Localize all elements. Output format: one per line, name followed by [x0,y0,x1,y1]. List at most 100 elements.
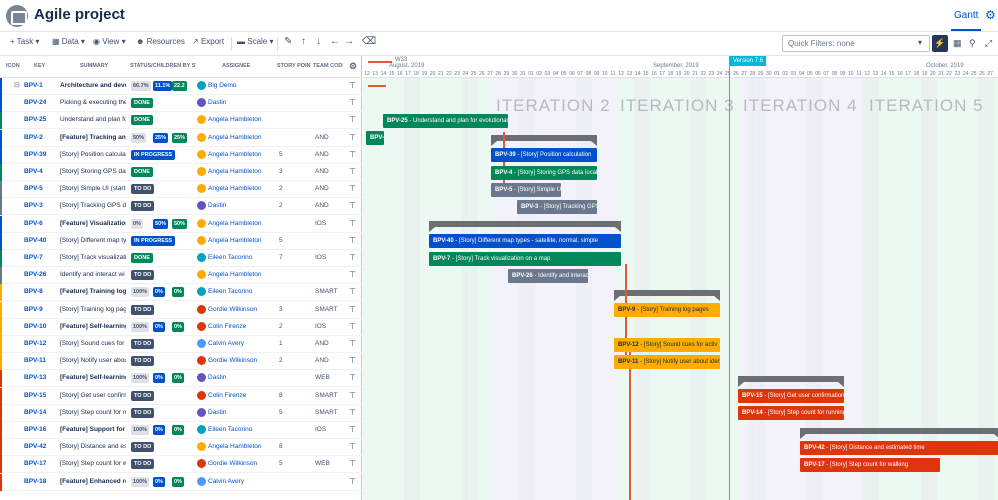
assignee-name[interactable]: Angela Hambleton [208,185,276,192]
issue-key[interactable]: BPV-9 [24,306,43,313]
row-action-icon[interactable]: ⊤ [349,167,356,176]
issue-summary[interactable]: [Story] Step count for w [60,460,126,467]
issue-summary[interactable]: [Feature] Visualization [60,220,126,227]
row-action-icon[interactable]: ⊤ [349,425,356,434]
table-row[interactable]: BPV-10 [Feature] Self-learning 100% 0% 0% Col… [0,318,362,336]
row-action-icon[interactable]: ⊤ [349,305,356,314]
issue-key[interactable]: BPV-1 [24,82,43,89]
table-row[interactable]: BPV-6 [Feature] Visualization 0% 50% 50% Ange… [0,215,362,233]
summary-bar[interactable] [800,427,998,439]
issue-summary[interactable]: [Feature] Self-learning [60,374,126,381]
issue-key[interactable]: BPV-6 [24,220,43,227]
issue-key[interactable]: BPV-8 [24,288,43,295]
issue-key[interactable]: BPV-42 [24,443,46,450]
assignee-name[interactable]: Colin Firenze [208,392,276,399]
dependency-link[interactable] [368,61,392,63]
status-badge[interactable]: TO DO [131,304,155,315]
assignee-name[interactable]: Calvin Avery [208,478,276,485]
issue-key[interactable]: BPV-26 [24,271,46,278]
issue-key[interactable]: BPV-39 [24,151,46,158]
table-row[interactable]: BPV-17 [Story] Step count for w TO DO Gordi… [0,456,362,474]
issue-key[interactable]: BPV-12 [24,340,46,347]
issue-summary[interactable]: Understand and plan fo [60,116,126,123]
status-badge[interactable]: DONE [131,115,153,126]
task-bar[interactable]: BPV-15 - [Story] Get user confirmation o [738,389,844,404]
issue-summary[interactable]: [Feature] Enhanced rep [60,478,126,485]
assignee-name[interactable]: Dastin [208,202,276,209]
row-action-icon[interactable]: ⊤ [349,201,356,210]
chevron-down-icon[interactable]: ▾ [918,38,922,47]
issue-summary[interactable]: [Story] Step count for ru [60,409,126,416]
issue-summary[interactable]: [Story] Distance and es [60,443,126,450]
task-bar[interactable]: BPV-42 - [Story] Distance and estimated … [800,440,998,455]
assignee-name[interactable]: Big Demo [208,82,276,89]
issue-key[interactable]: BPV-15 [24,392,46,399]
issue-summary[interactable]: [Story] Training log pag [60,306,126,313]
column-story-points[interactable]: STORY POINTS [277,63,311,69]
arrow-right-icon[interactable]: → [344,36,354,47]
issue-summary[interactable]: [Story] Tracking GPS da [60,202,126,209]
task-menu-button[interactable]: + Task ▾ [10,37,39,46]
issue-summary[interactable]: [Story] Get user confirm [60,392,126,399]
row-action-icon[interactable]: ⊤ [349,133,356,142]
row-action-icon[interactable]: ⊤ [349,459,356,468]
table-row[interactable]: BPV-5 [Story] Simple UI (start, TO DO Angel… [0,181,362,199]
row-action-icon[interactable]: ⊤ [349,408,356,417]
assignee-name[interactable]: Angela Hambleton [208,168,276,175]
collapse-icon[interactable]: ⊟ [14,81,20,89]
project-title[interactable]: Agile project [34,6,125,23]
table-row[interactable]: BPV-26 Identify and interact wi TO DO Angel… [0,267,362,285]
row-action-icon[interactable]: ⊤ [349,477,356,486]
gear-icon[interactable]: ⚙ [985,8,996,22]
issue-summary[interactable]: [Feature] Training log [60,288,126,295]
row-action-icon[interactable]: ⊤ [349,81,356,90]
column-icon[interactable]: ICON [6,63,20,69]
issue-summary[interactable]: Picking & executing the [60,99,126,106]
project-avatar-icon[interactable] [6,5,28,27]
assignee-name[interactable]: Gordie Wilkinson [208,357,276,364]
status-badge[interactable]: TO DO [131,339,155,349]
issue-summary[interactable]: [Story] Simple UI (start, [60,185,126,192]
issue-key[interactable]: BPV-14 [24,409,46,416]
resources-button[interactable]: ☻ Resources [136,37,185,46]
column-assignee[interactable]: ASSIGNEE [222,63,250,69]
assignee-name[interactable]: Angela Hambleton [208,271,276,278]
column-status[interactable]: STATUS/CHILDREN BY ST [130,63,196,69]
issue-summary[interactable]: [Story] Notify user abou [60,357,126,364]
row-action-icon[interactable]: ⊤ [349,253,356,262]
table-row[interactable]: BPV-18 [Feature] Enhanced rep 100% 0% 0% Calv… [0,473,362,491]
table-row[interactable]: BPV-15 [Story] Get user confirm TO DO Colin… [0,387,362,405]
task-bar[interactable]: BPV-5 - [Story] Simple UI (st [491,182,561,197]
issue-key[interactable]: BPV-4 [24,168,43,175]
row-action-icon[interactable]: ⊤ [349,373,356,382]
export-button[interactable]: ↗ Export [192,37,224,46]
status-badge[interactable]: TO DO [131,356,155,367]
summary-bar[interactable] [491,135,597,147]
issue-key[interactable]: BPV-18 [24,478,46,485]
assignee-name[interactable]: Eileen Tacorino [208,426,276,433]
row-action-icon[interactable]: ⊤ [349,219,356,228]
row-action-icon[interactable]: ⊤ [349,287,356,296]
row-action-icon[interactable]: ⊤ [349,322,356,331]
status-badge[interactable]: IN PROGRESS [131,149,176,160]
status-badge[interactable]: TO DO [131,442,155,453]
issue-summary[interactable]: [Feature] Tracking and [60,134,126,141]
issue-key[interactable]: BPV-3 [24,202,43,209]
issue-summary[interactable]: [Story] Storing GPS data [60,168,126,175]
assignee-name[interactable]: Eileen Tacorino [208,254,276,261]
summary-bar[interactable] [738,375,844,387]
issue-key[interactable]: BPV-16 [24,426,46,433]
status-badge[interactable]: TO DO [131,201,155,212]
issue-summary[interactable]: Architecture and devel [60,82,126,89]
task-bar[interactable]: BPV-39 - [Story] Position calculation [491,148,597,163]
assignee-name[interactable]: Colin Firenze [208,323,276,330]
zoom-icon[interactable]: ⚲ [969,38,976,49]
issue-summary[interactable]: [Story] Track visualizati [60,254,126,261]
task-bar[interactable]: BPV-17 - [Story] Step count for walking [800,457,940,472]
issue-key[interactable]: BPV-13 [24,374,46,381]
calendar-icon[interactable]: ▦ [953,38,962,49]
assignee-name[interactable]: Gordie Wilkinson [208,460,276,467]
assignee-name[interactable]: Angela Hambleton [208,237,276,244]
table-row[interactable]: BPV-14 [Story] Step count for ru TO DO Dast… [0,404,362,422]
view-menu-button[interactable]: ◉ View ▾ [93,37,126,46]
